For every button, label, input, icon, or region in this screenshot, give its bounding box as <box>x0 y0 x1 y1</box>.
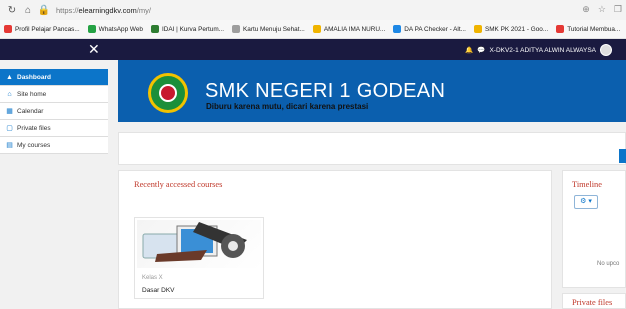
bookmark-label: IDAI | Kurva Pertum... <box>161 25 224 33</box>
bookmark-favicon-icon <box>87 25 96 33</box>
bookmark-favicon-icon <box>232 25 240 33</box>
school-title: SMK NEGERI 1 GODEAN <box>205 80 446 102</box>
recent-courses-block: Recently accessed courses Kelas X Dasar … <box>118 170 552 309</box>
page-header-bar <box>118 132 626 165</box>
bookmark-favicon-icon <box>150 25 159 33</box>
bookmark-item[interactable]: Profil Pelajar Pancas... <box>4 25 80 33</box>
timeline-title: Timeline <box>572 180 602 189</box>
address-bar[interactable]: https://elearningdkv.com/my/ <box>56 6 151 15</box>
bookmark-favicon-icon <box>556 25 565 33</box>
reload-icon[interactable]: ↻ <box>4 5 20 16</box>
timeline-filter-dropdown[interactable]: ⚙ ▾ <box>574 195 598 209</box>
home-icon[interactable]: ⌂ <box>20 5 36 16</box>
bookmark-item[interactable]: AMALIA IMA NURU... <box>312 25 386 33</box>
bookmark-label: SMK PK 2021 - Goo... <box>484 25 549 33</box>
bookmark-favicon-icon <box>393 25 402 33</box>
bookmarks-bar: Profil Pelajar Pancas... WhatsApp Web IDAI… <box>0 20 626 39</box>
nav-icon: ▢ <box>6 125 13 132</box>
bookmark-item[interactable]: Kartu Menuju Sehat... <box>232 25 305 33</box>
course-image <box>137 220 261 268</box>
nav-icon: ▤ <box>6 142 13 149</box>
collections-icon[interactable]: ❐ <box>614 4 622 15</box>
course-card[interactable]: Kelas X Dasar DKV <box>134 217 264 299</box>
user-name[interactable]: X-DKV2-1 ADITYA ALWIN ALWAYSA <box>489 47 596 54</box>
private-files-block: Private files <box>562 293 626 309</box>
sidebar-item-calendar[interactable]: ▦ Calendar <box>0 103 108 120</box>
bookmark-item[interactable]: Tutorial Membua... <box>556 25 620 33</box>
sidebar-item-label: Private files <box>17 124 51 132</box>
course-name[interactable]: Dasar DKV <box>142 287 175 294</box>
close-icon[interactable]: ✕ <box>88 41 100 57</box>
private-files-title: Private files <box>572 298 613 307</box>
message-icon[interactable]: 💬 <box>477 46 485 54</box>
browser-toolbar: ↻ ⌂ 🔒 https://elearningdkv.com/my/ ⊕ ☆ ❐ <box>0 0 626 20</box>
bookmark-label: Tutorial Membua... <box>567 25 621 33</box>
lock-icon: 🔒 <box>37 4 51 16</box>
bookmark-item[interactable]: IDAI | Kurva Pertum... <box>150 25 224 33</box>
favorites-icon[interactable]: ☆ <box>598 4 606 15</box>
bookmark-favicon-icon <box>312 25 321 33</box>
bookmark-label: Kartu Menuju Sehat... <box>243 25 305 33</box>
sidebar: ▲ Dashboard ⌂ Site home ▦ Calendar ▢ Private fi… <box>0 60 108 309</box>
bookmark-favicon-icon <box>4 25 12 33</box>
sidebar-item-site-home[interactable]: ⌂ Site home <box>0 86 108 103</box>
sidebar-item-private-files[interactable]: ▢ Private files <box>0 120 108 137</box>
sidebar-item-label: My courses <box>17 141 51 149</box>
customise-button[interactable] <box>619 149 626 163</box>
sidebar-item-label: Site home <box>17 90 47 98</box>
bookmark-item[interactable]: SMK PK 2021 - Goo... <box>473 25 549 33</box>
timeline-empty-text: No upco <box>597 261 620 267</box>
sidebar-item-dashboard[interactable]: ▲ Dashboard <box>0 69 108 86</box>
notification-icon[interactable]: 🔔 <box>465 46 473 54</box>
zoom-icon[interactable]: ⊕ <box>582 4 590 15</box>
nav-icon: ▦ <box>6 108 13 115</box>
bookmark-label: WhatsApp Web <box>98 25 143 33</box>
sidebar-item-label: Dashboard <box>17 73 51 81</box>
sidebar-item-my-courses[interactable]: ▤ My courses <box>0 137 108 154</box>
school-logo <box>148 73 188 113</box>
course-category: Kelas X <box>142 275 163 281</box>
header-banner: SMK NEGERI 1 GODEAN Diburu karena mutu, … <box>118 60 626 122</box>
bookmark-item[interactable]: DA PA Checker - Alt... <box>393 25 466 33</box>
bookmark-item[interactable]: WhatsApp Web <box>87 25 143 33</box>
bookmark-label: AMALIA IMA NURU... <box>323 25 386 33</box>
bookmark-label: DA PA Checker - Alt... <box>404 25 466 33</box>
nav-icon: ⌂ <box>7 90 12 98</box>
bookmark-label: Profil Pelajar Pancas... <box>15 25 80 33</box>
timeline-block: Timeline ⚙ ▾ No upco <box>562 170 626 288</box>
recent-courses-title: Recently accessed courses <box>134 180 223 189</box>
bookmark-favicon-icon <box>473 25 482 33</box>
nav-icon: ▲ <box>6 73 13 81</box>
avatar[interactable] <box>600 44 612 56</box>
sidebar-item-label: Calendar <box>17 107 44 115</box>
school-tagline: Diburu karena mutu, dicari karena presta… <box>206 102 369 111</box>
top-navbar: ✕ 🔔 💬 X-DKV2-1 ADITYA ALWIN ALWAYSA <box>0 39 626 60</box>
